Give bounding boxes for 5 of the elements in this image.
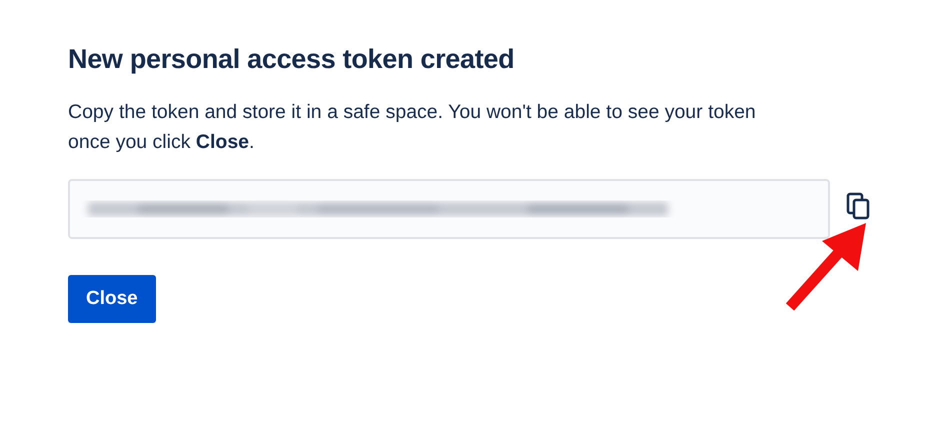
close-button[interactable]: Close	[68, 275, 156, 323]
token-field[interactable]	[68, 179, 830, 239]
copy-icon[interactable]	[846, 192, 870, 220]
dialog-title: New personal access token created	[68, 44, 516, 75]
instruction-text: Copy the token and store it in a safe space. You won't be able to see your token once you click Close.	[68, 100, 757, 155]
